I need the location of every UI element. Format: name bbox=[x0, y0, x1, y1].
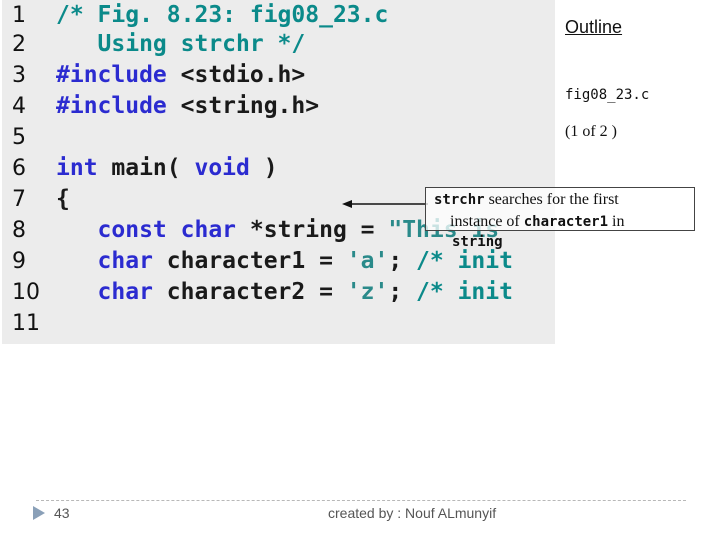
line-number: 3 bbox=[12, 63, 26, 88]
triangle-bullet-icon bbox=[33, 506, 45, 520]
line-number: 9 bbox=[12, 249, 26, 274]
callout-code-character1: character1 bbox=[523, 214, 609, 230]
line-number: 4 bbox=[12, 94, 26, 119]
code-text: #include <stdio.h> bbox=[56, 60, 305, 91]
callout-code-strchr: strchr bbox=[434, 192, 485, 208]
code-token: <stdio.h> bbox=[180, 62, 306, 88]
code-token: character1 = bbox=[166, 248, 347, 274]
code-token: ; bbox=[388, 279, 417, 305]
code-line: 4 #include <string.h> bbox=[2, 91, 555, 122]
line-number: 1 bbox=[12, 3, 26, 28]
code-token: /* Fig. 8.23: fig08_23.c bbox=[56, 2, 389, 28]
code-token: character2 = bbox=[166, 279, 347, 305]
code-token: 'z' bbox=[346, 279, 389, 305]
code-text: #include <string.h> bbox=[56, 91, 319, 122]
page-number: 43 bbox=[54, 505, 70, 521]
line-number: 11 bbox=[12, 311, 40, 336]
code-text: { bbox=[56, 184, 70, 215]
code-token: #include bbox=[56, 62, 181, 88]
code-token: Using strchr */ bbox=[56, 31, 306, 57]
code-text: /* Fig. 8.23: fig08_23.c bbox=[56, 0, 388, 31]
code-text: char character2 = 'z'; /* init bbox=[56, 277, 513, 308]
callout-text-2a: instance of bbox=[450, 213, 524, 230]
code-text: int main( void ) bbox=[56, 153, 278, 184]
line-number: 10 bbox=[12, 280, 40, 305]
callout-text-1: searches for the first bbox=[484, 191, 619, 208]
code-line: 3 #include <stdio.h> bbox=[2, 60, 555, 91]
code-panel: 1/* Fig. 8.23: fig08_23.c 2 Using strchr … bbox=[2, 0, 555, 344]
code-token: *string = bbox=[249, 217, 389, 243]
code-token: 'a' bbox=[346, 248, 389, 274]
line-number: 7 bbox=[12, 187, 26, 212]
file-name-label: fig08_23.c bbox=[565, 87, 650, 103]
callout-line-2: instance of character1 in bbox=[434, 211, 694, 233]
code-token: int bbox=[56, 155, 112, 181]
code-token: main( bbox=[111, 155, 195, 181]
code-token: char bbox=[56, 248, 167, 274]
callout-code-string: string bbox=[452, 234, 503, 250]
callout-text-2b: in bbox=[608, 213, 625, 230]
code-line: 9 char character1 = 'a'; /* init bbox=[2, 246, 555, 277]
code-token: ) bbox=[249, 155, 278, 181]
code-token: const char bbox=[56, 217, 250, 243]
code-line: 1 /* Fig. 8.23: fig08_23.c bbox=[2, 0, 555, 31]
code-line: 11 bbox=[2, 308, 555, 339]
footer-divider bbox=[36, 500, 686, 501]
callout-arrow-icon bbox=[342, 200, 428, 208]
code-line: 6 int main( void ) bbox=[2, 153, 555, 184]
page-count-label: (1 of 2 ) bbox=[565, 123, 617, 140]
callout-box: strchr searches for the first instance o… bbox=[425, 187, 695, 231]
code-token: <string.h> bbox=[180, 93, 320, 119]
code-token: void bbox=[194, 155, 250, 181]
code-text: Using strchr */ bbox=[56, 29, 306, 60]
code-token: char bbox=[56, 279, 167, 305]
credit-text: created by : Nouf ALmunyif bbox=[328, 505, 497, 521]
code-line: 10 char character2 = 'z'; /* init bbox=[2, 277, 555, 308]
line-number: 2 bbox=[12, 32, 26, 57]
code-token: ; bbox=[388, 248, 417, 274]
code-token: #include bbox=[56, 93, 181, 119]
code-line: 5 bbox=[2, 122, 555, 153]
callout-line-1: strchr searches for the first bbox=[434, 189, 694, 211]
outline-link[interactable]: Outline bbox=[565, 17, 622, 38]
code-token: /* init bbox=[416, 248, 513, 274]
line-number: 6 bbox=[12, 156, 26, 181]
code-text: char character1 = 'a'; /* init bbox=[56, 246, 513, 277]
code-token: { bbox=[56, 186, 70, 212]
line-number: 8 bbox=[12, 218, 26, 243]
line-number: 5 bbox=[12, 125, 26, 150]
code-token: /* init bbox=[416, 279, 513, 305]
code-line: 2 Using strchr */ bbox=[2, 29, 555, 60]
